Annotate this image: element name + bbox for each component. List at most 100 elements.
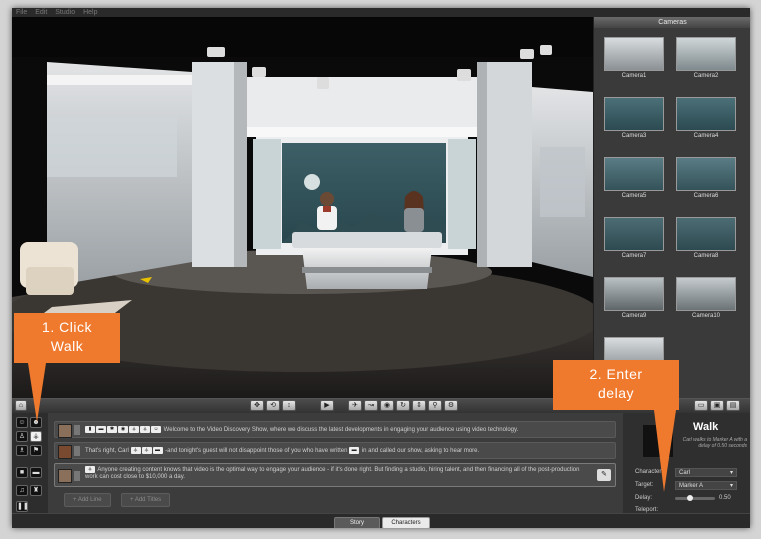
menu-bar: File Edit Studio Help <box>12 8 750 17</box>
refresh-button[interactable]: ↻ <box>396 400 410 411</box>
action-stand-button[interactable]: ♙ <box>16 431 28 442</box>
play-button[interactable]: ▶ <box>320 400 334 411</box>
walk-chip-2[interactable]: ⚶ <box>140 426 150 433</box>
camera-8-thumbnail <box>676 217 736 251</box>
video-chip[interactable]: ▬ <box>152 447 163 454</box>
add-line-button[interactable]: + Add Line <box>64 493 111 507</box>
drag-handle[interactable] <box>74 471 80 481</box>
look-chip[interactable]: ◉ <box>118 426 128 433</box>
character-woman[interactable] <box>404 191 424 232</box>
screen-action-button[interactable]: ▬ <box>30 467 42 478</box>
camera-1-label: Camera1 <box>621 73 647 79</box>
walk-chip[interactable]: ⚶ <box>85 466 95 473</box>
action-summary: Carl walks to Marker A with a delay of 0… <box>682 437 747 449</box>
story-line-text-b[interactable]: -and tonight's guest will not disappoint… <box>165 448 347 454</box>
story-line-selected[interactable]: ⚶ Anyone creating content knows that vid… <box>54 463 616 487</box>
delay-input[interactable]: 0.50 <box>719 495 731 501</box>
camera-action-button[interactable]: ■ <box>16 467 28 478</box>
camera-chip[interactable]: ▮ <box>85 426 95 433</box>
armchair <box>20 242 78 295</box>
camera-10[interactable]: Camera10 <box>676 277 736 319</box>
camera-1[interactable]: Camera1 <box>604 37 664 79</box>
menu-studio[interactable]: Studio <box>55 9 75 16</box>
walk-chip[interactable]: ⚶ <box>129 426 139 433</box>
prop-action-button[interactable]: ♜ <box>30 485 42 496</box>
screen-chip[interactable]: ▬ <box>349 447 360 454</box>
camera-2-thumbnail <box>676 37 736 71</box>
camera-6-thumbnail <box>676 157 736 191</box>
fly-button[interactable]: ✈ <box>348 400 362 411</box>
story-line[interactable]: That's right, Carl ⚶ ⚶ ▬ -and tonight's gu… <box>54 442 616 459</box>
story-line-text-a[interactable]: That's right, Carl <box>85 448 129 454</box>
pause-action-button[interactable]: ❚❚ <box>16 501 29 512</box>
tab-story[interactable]: Story <box>334 517 380 528</box>
menu-edit[interactable]: Edit <box>35 9 47 16</box>
add-titles-button[interactable]: + Add Titles <box>121 493 171 507</box>
walk-chip-2[interactable]: ⚶ <box>141 447 152 454</box>
zoom-button[interactable]: ⚲ <box>428 400 442 411</box>
walk-path-button[interactable]: ↝ <box>364 400 378 411</box>
action-icons-column: ☺ ☻ ♙ ⚶ ♗ ⚑ ■ ▬ ♫ ♜ ❚❚ <box>12 413 48 513</box>
tab-characters[interactable]: Characters <box>382 517 430 528</box>
callout-click-walk-line1: 1. Click <box>42 319 92 335</box>
view-button[interactable]: ◉ <box>380 400 394 411</box>
drag-handle[interactable] <box>74 446 80 456</box>
action-title: Walk <box>693 421 719 433</box>
emote-chip[interactable]: ☺ <box>151 426 161 433</box>
camera-10-label: Camera10 <box>691 313 720 319</box>
settings-button[interactable]: ⚙ <box>444 400 458 411</box>
story-line[interactable]: ▮ ▬ ✱ ◉ ⚶ ⚶ ☺ Welcome to the Video Discovery S… <box>54 421 616 438</box>
app-window: File Edit Studio Help Cameras Camera1 Ca… <box>12 8 750 528</box>
monitor-icon: ▭ <box>697 402 705 409</box>
walk-button[interactable]: ⚶ <box>30 431 42 442</box>
camera-7[interactable]: Camera7 <box>604 217 664 259</box>
gear-icon: ⚙ <box>447 402 455 409</box>
action-sit-button[interactable]: ♗ <box>16 445 28 456</box>
story-line-text-c[interactable]: in and called our show, asking to hear m… <box>362 448 479 454</box>
drag-handle[interactable] <box>74 425 80 435</box>
camera-8[interactable]: Camera8 <box>676 217 736 259</box>
story-line-text[interactable]: Anyone creating content knows that video… <box>85 467 579 480</box>
carl-avatar <box>58 424 72 438</box>
cameras-panel-title: Cameras <box>594 17 750 28</box>
menu-file[interactable]: File <box>16 9 27 16</box>
camera-2[interactable]: Camera2 <box>676 37 736 79</box>
camera-icon: ■ <box>19 469 25 476</box>
carl-avatar <box>58 469 72 483</box>
callout-click-walk: 1. Click Walk <box>14 313 120 363</box>
story-line-text[interactable]: Welcome to the Video Discovery Show, whe… <box>164 427 519 433</box>
gesture-chip[interactable]: ✱ <box>107 426 117 433</box>
action-emote-button[interactable]: ☻ <box>30 417 42 428</box>
callout-enter-delay-line1: 2. Enter <box>589 366 643 382</box>
camera-9-thumbnail <box>604 277 664 311</box>
camera-9[interactable]: Camera9 <box>604 277 664 319</box>
rotate-tool-button[interactable]: ⟲ <box>266 400 280 411</box>
video-chip[interactable]: ▬ <box>96 426 106 433</box>
split-icon: ▤ <box>729 402 737 409</box>
view-mode-2-button[interactable]: ▣ <box>710 400 724 411</box>
camera-4[interactable]: Camera4 <box>676 97 736 139</box>
camera-5[interactable]: Camera5 <box>604 157 664 199</box>
delay-slider[interactable] <box>675 495 715 501</box>
camera-3[interactable]: Camera3 <box>604 97 664 139</box>
move-tool-button[interactable]: ✥ <box>250 400 264 411</box>
home-button[interactable]: ⌂ <box>15 400 27 411</box>
delay-slider-handle[interactable] <box>687 495 693 501</box>
edit-line-button[interactable]: ✎ <box>597 469 611 481</box>
music-action-button[interactable]: ♫ <box>16 485 28 496</box>
camera-3-thumbnail <box>604 97 664 131</box>
character-select-value: Carl <box>679 470 691 476</box>
view-mode-1-button[interactable]: ▭ <box>694 400 708 411</box>
plane-icon: ✈ <box>352 402 358 409</box>
walk-chip[interactable]: ⚶ <box>130 447 141 454</box>
action-gesture-button[interactable]: ☺ <box>16 417 28 428</box>
camera-6[interactable]: Camera6 <box>676 157 736 199</box>
menu-help[interactable]: Help <box>83 9 97 16</box>
view-mode-3-button[interactable]: ▤ <box>726 400 740 411</box>
action-run-button[interactable]: ⚑ <box>30 445 42 456</box>
align-button[interactable]: ⇕ <box>412 400 426 411</box>
cameras-panel: Cameras Camera1 Camera2 Camera3 Camera4 … <box>593 17 750 398</box>
target-select[interactable]: Marker A ▾ <box>675 481 737 490</box>
character-select[interactable]: Carl ▾ <box>675 468 737 477</box>
height-tool-button[interactable]: ↕ <box>282 400 296 411</box>
